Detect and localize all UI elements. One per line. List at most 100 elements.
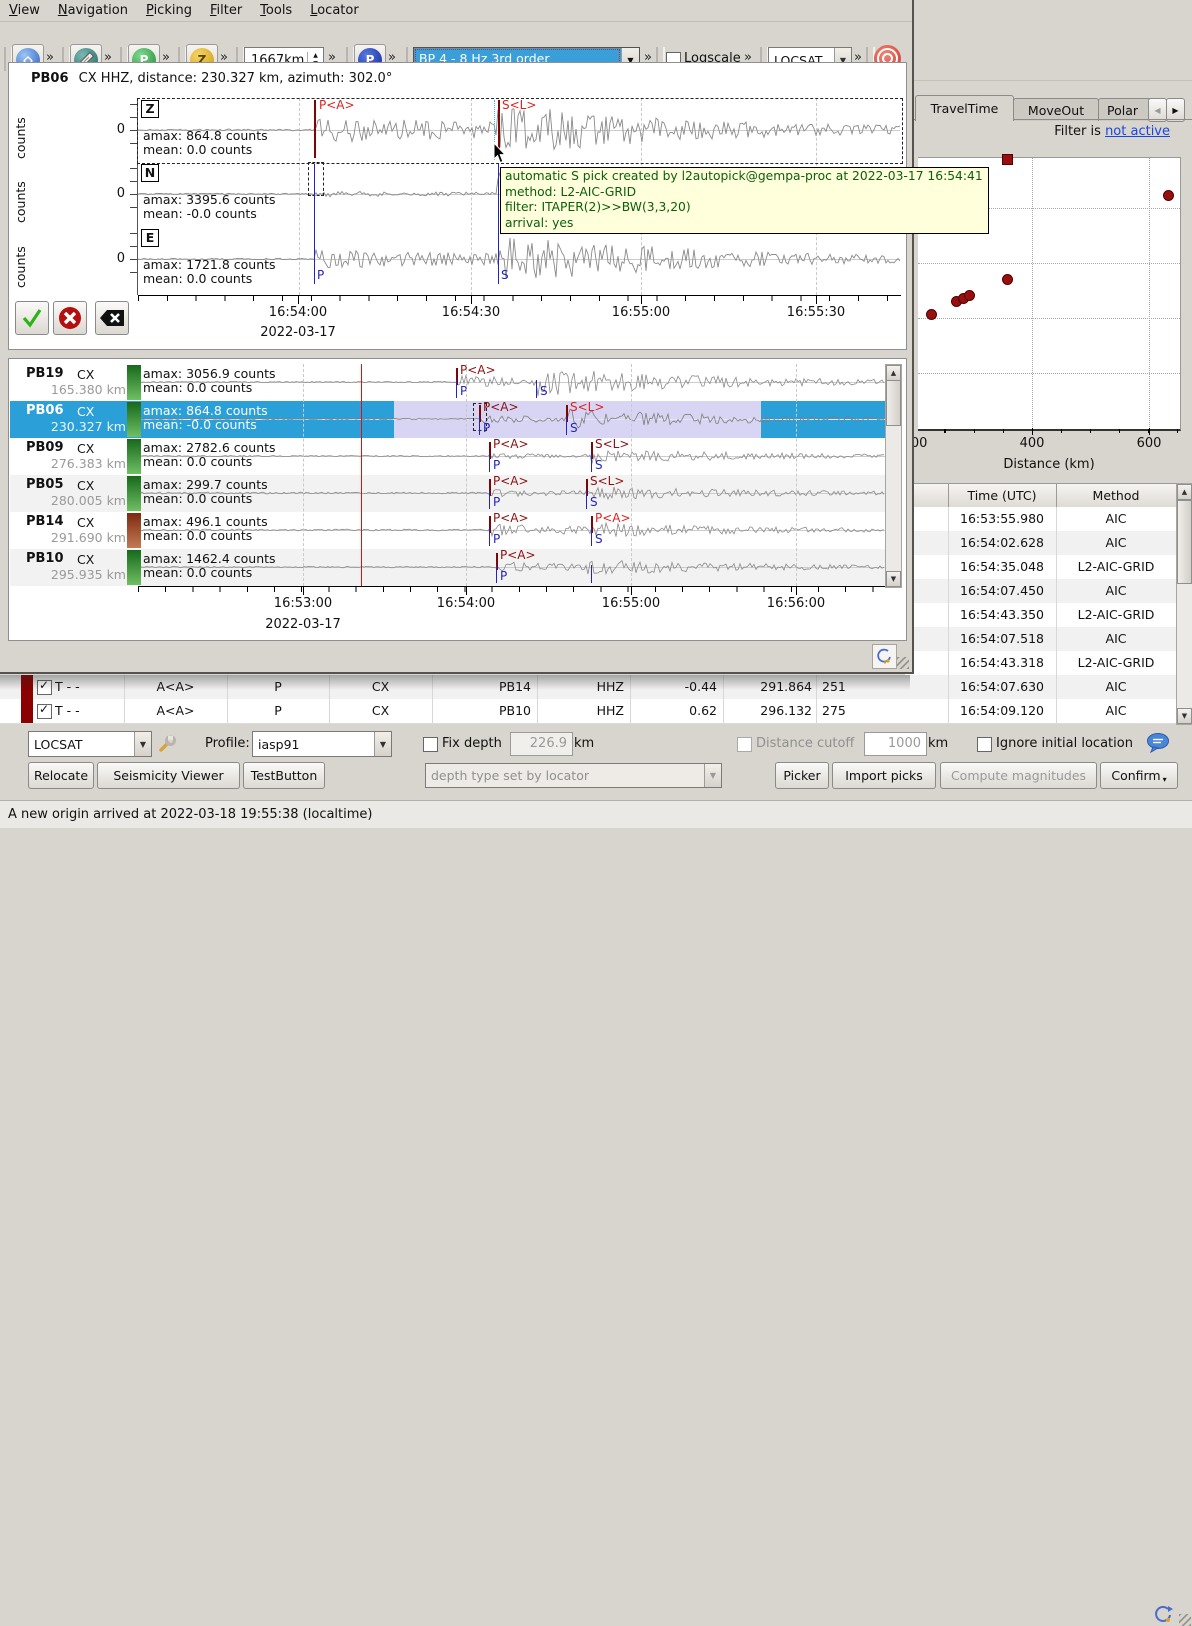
locator-settings-wrench-icon[interactable] xyxy=(157,733,177,753)
gridline xyxy=(918,373,1180,374)
cell-time: 16:54:07.518 xyxy=(948,627,1056,651)
time-axis-major-tick xyxy=(466,587,467,595)
phase-label: S xyxy=(590,495,598,509)
column-header-method[interactable]: Method xyxy=(1056,484,1176,508)
table-row[interactable]: 16:54:43.318L2-AIC-GRID xyxy=(905,651,1176,676)
pick-marker-p[interactable]: P<A>P xyxy=(489,438,535,475)
arrivals-table-scrollbar[interactable]: ▲ ▼ xyxy=(1176,483,1192,725)
pick-marker-p[interactable]: P<A>P xyxy=(479,401,525,438)
reject-pick-button[interactable] xyxy=(53,301,87,335)
picker-resize-grip[interactable] xyxy=(897,657,909,669)
table-row[interactable]: 16:54:09.120AIC xyxy=(905,699,1176,724)
scrollbar-thumb[interactable] xyxy=(886,380,901,426)
time-tick: 16:54:00 xyxy=(253,305,343,320)
time-axis-major-tick xyxy=(796,587,797,595)
pick-marker-p[interactable]: P<A>P xyxy=(489,512,535,549)
pick-marker-p[interactable]: P<A>P xyxy=(496,549,542,586)
table-row[interactable]: 16:54:35.048L2-AIC-GRID xyxy=(905,555,1176,580)
y-axis-zero-e: 0 xyxy=(101,251,125,266)
filter-toggle-link[interactable]: not active xyxy=(1105,124,1170,139)
chevron-down-icon: ▼ xyxy=(134,732,151,756)
table-row[interactable]: 16:54:02.628AIC xyxy=(905,531,1176,556)
menu-tools[interactable]: Tools xyxy=(251,1,301,20)
remove-pick-button[interactable] xyxy=(95,301,129,335)
accept-pick-button[interactable] xyxy=(15,301,49,335)
scroll-up-button[interactable]: ▲ xyxy=(886,365,901,381)
spin-up-icon[interactable]: ▲ xyxy=(313,52,318,60)
station-mean: mean: -0.0 counts xyxy=(143,417,257,432)
scroll-up-button[interactable]: ▲ xyxy=(1177,484,1192,500)
phase-label: S xyxy=(570,421,578,435)
y-axis-label-e: counts xyxy=(13,232,28,288)
station-row-pb09[interactable]: PB09 CX 276.383 km amax: 2782.6 counts m… xyxy=(10,438,885,475)
station-row-pb10[interactable]: PB10 CX 295.935 km amax: 1462.4 counts m… xyxy=(10,549,885,586)
table-row[interactable]: 16:54:43.350L2-AIC-GRID xyxy=(905,603,1176,628)
component-label-n: N xyxy=(141,164,159,182)
pick-marker-p[interactable]: P<A>P xyxy=(456,364,502,401)
tab-moveout[interactable]: MoveOut xyxy=(1013,98,1099,121)
import-picks-button[interactable]: Import picks xyxy=(832,762,936,789)
station-row-pb14[interactable]: PB14 CX 291.690 km amax: 496.1 counts me… xyxy=(10,512,885,549)
pick-line-p-z[interactable] xyxy=(314,100,316,158)
tab-label: Polar xyxy=(1107,103,1138,118)
tooltip-line: automatic S pick created by l2autopick@g… xyxy=(505,169,983,185)
scroll-down-button[interactable]: ▼ xyxy=(1177,708,1192,724)
scroll-down-button[interactable]: ▼ xyxy=(886,571,901,587)
table-row[interactable]: 16:53:55.980AIC xyxy=(905,507,1176,532)
pick-label: P<A> xyxy=(595,511,631,525)
cell-residual: 0.62 xyxy=(630,699,717,723)
plot-minor-ticks xyxy=(918,429,1180,433)
picker-button[interactable]: Picker xyxy=(775,762,829,789)
phase-line-s[interactable] xyxy=(498,164,499,284)
table-row[interactable]: 16:54:07.630AIC xyxy=(905,675,1176,700)
cell-time: 16:53:55.980 xyxy=(948,507,1056,531)
comment-bubble-icon[interactable] xyxy=(1146,732,1172,754)
menu-view[interactable]: View xyxy=(0,1,49,20)
station-row-pb19[interactable]: PB19 CX 165.380 km amax: 3056.9 counts m… xyxy=(10,364,885,401)
menu-locator[interactable]: Locator xyxy=(301,1,367,20)
fix-depth-checkbox[interactable] xyxy=(423,737,438,752)
relocate-button[interactable]: Relocate xyxy=(28,762,94,789)
pick-marker-p[interactable]: P<A>P xyxy=(489,475,535,512)
station-row-pb05[interactable]: PB05 CX 280.005 km amax: 299.7 counts me… xyxy=(10,475,885,512)
reset-zoom-button[interactable] xyxy=(872,644,897,669)
right-panel-frame-line xyxy=(913,80,1192,81)
arrival-used-checkbox[interactable] xyxy=(37,704,52,719)
locator-select[interactable]: LOCSAT ▼ xyxy=(28,731,152,757)
station-list-scrollbar[interactable]: ▲ ▼ xyxy=(885,364,902,588)
station-network: CX xyxy=(77,367,94,382)
reset-zoom-icon xyxy=(876,648,893,665)
depth-input[interactable]: 226.9 xyxy=(510,732,573,756)
pick-marker-s[interactable]: S<L>S xyxy=(566,401,612,438)
test-button[interactable]: TestButton xyxy=(243,762,325,789)
delete-tag-icon xyxy=(99,308,125,328)
table-row[interactable]: 16:54:07.518AIC xyxy=(905,627,1176,652)
window-resize-grip[interactable] xyxy=(1179,1614,1191,1626)
phase-line-p[interactable] xyxy=(314,164,315,284)
arrival-row-pb10[interactable]: T - - A<A> P CX PB10 HHZ 0.62 296.132 27… xyxy=(0,699,908,724)
pick-marker-s[interactable]: S<L>S xyxy=(586,475,632,512)
phase-label: P xyxy=(493,458,500,472)
quality-bar-red xyxy=(127,513,141,548)
tab-traveltime[interactable]: TravelTime xyxy=(915,95,1014,121)
profile-select[interactable]: iasp91 ▼ xyxy=(252,731,392,757)
pick-marker-s[interactable]: S xyxy=(536,364,582,401)
compute-magnitudes-button[interactable]: Compute magnitudes xyxy=(940,762,1097,789)
amax-e: amax: 1721.8 counts xyxy=(143,257,276,272)
scolv-application: { "icons": { "overflow": "»", "home": "⌂… xyxy=(0,0,1192,827)
confirm-button[interactable]: Confirm ▾ xyxy=(1100,762,1178,789)
depth-type-select[interactable]: depth type set by locator ▼ xyxy=(425,763,722,788)
table-row[interactable]: 16:54:07.450AIC xyxy=(905,579,1176,604)
cutoff-input[interactable]: 1000 xyxy=(864,732,927,756)
menu-navigation[interactable]: Navigation xyxy=(49,1,137,20)
time-axis-major-tick xyxy=(641,296,642,304)
menu-filter[interactable]: Filter xyxy=(201,1,251,20)
ignore-initial-location-checkbox[interactable] xyxy=(977,737,992,752)
station-row-pb06-selected[interactable]: PB06 CX 230.327 km amax: 864.8 counts me… xyxy=(10,401,885,438)
column-header-time[interactable]: Time (UTC) xyxy=(948,484,1057,508)
seismicity-viewer-button[interactable]: Seismicity Viewer xyxy=(97,762,240,789)
menu-picking[interactable]: Picking xyxy=(137,1,201,20)
scrollbar-thumb[interactable] xyxy=(1177,500,1192,584)
distance-cutoff-checkbox[interactable] xyxy=(737,737,752,752)
origin-update-icon[interactable] xyxy=(1153,1604,1175,1626)
